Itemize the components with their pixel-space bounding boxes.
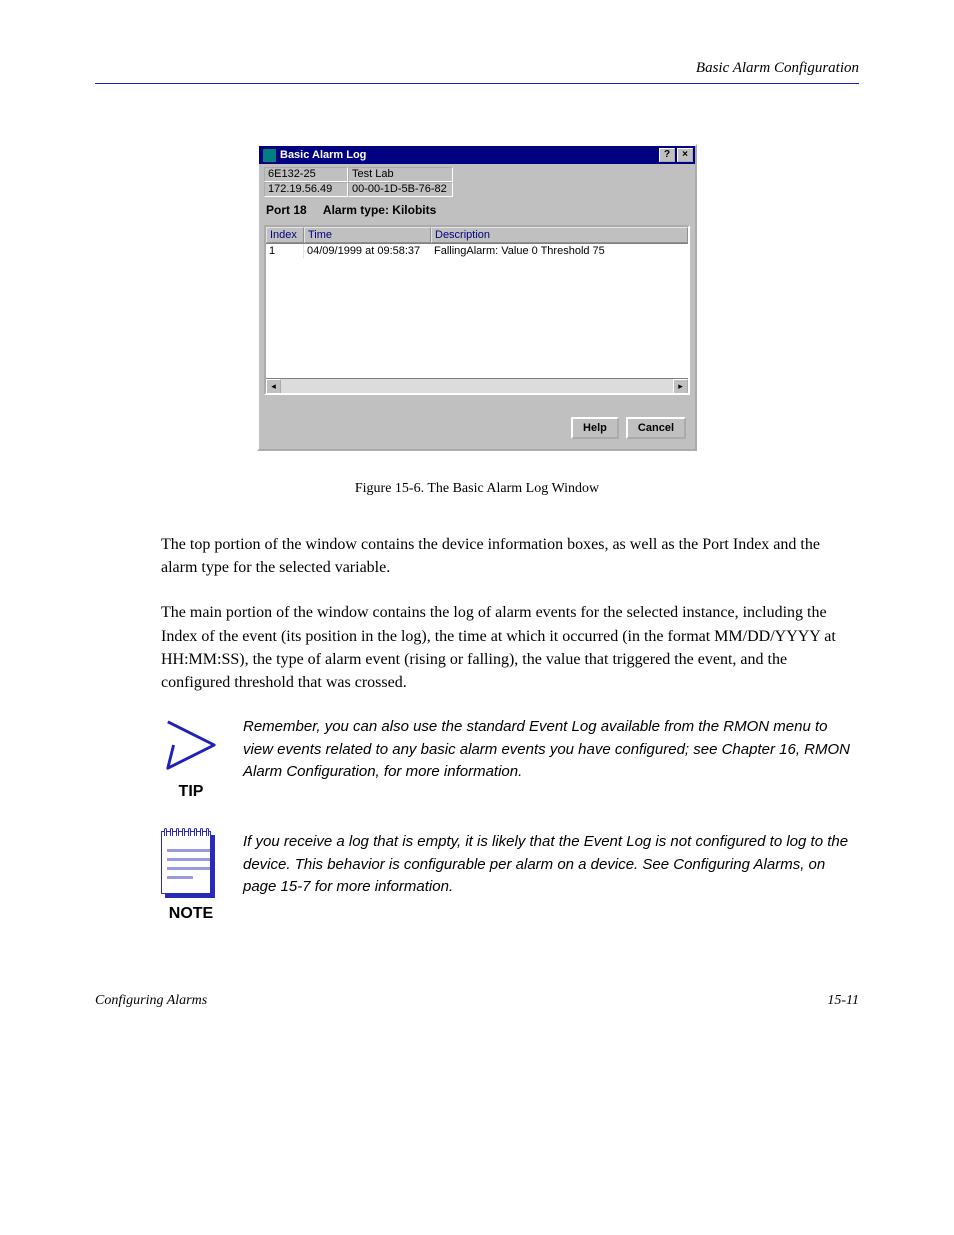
note-block: NOTE If you receive a log that is empty,… <box>161 831 859 923</box>
alarm-type-value: Kilobits <box>392 203 436 217</box>
figure-caption: Figure 15-6. The Basic Alarm Log Window <box>95 481 859 497</box>
titlebar: Basic Alarm Log ? × <box>259 146 695 164</box>
running-header: Basic Alarm Configuration <box>95 60 859 84</box>
body-paragraph-1: The top portion of the window contains t… <box>161 533 859 579</box>
scroll-right-button[interactable]: ▸ <box>673 379 688 394</box>
scroll-track[interactable] <box>281 379 673 393</box>
alarm-type-prefix: Alarm type: <box>323 203 389 217</box>
tip-label: TIP <box>161 783 221 801</box>
col-index[interactable]: Index <box>266 227 304 243</box>
device-model-field: 6E132-25 <box>264 167 348 182</box>
footer-section-name: Configuring Alarms <box>95 993 207 1009</box>
note-text: If you receive a log that is empty, it i… <box>243 831 859 899</box>
help-button[interactable]: Help <box>571 417 619 439</box>
help-titlebar-button[interactable]: ? <box>659 148 675 162</box>
window-title: Basic Alarm Log <box>280 149 657 161</box>
app-icon <box>263 149 276 162</box>
footer-page-number: 15-11 <box>827 993 859 1009</box>
table-row[interactable]: 1 04/09/1999 at 09:58:37 FallingAlarm: V… <box>266 244 688 258</box>
note-label: NOTE <box>161 905 221 923</box>
device-ip-field: 172.19.56.49 <box>264 182 348 197</box>
col-description[interactable]: Description <box>431 227 688 243</box>
listview-header: Index Time Description <box>266 227 688 244</box>
cell-index: 1 <box>266 244 304 258</box>
basic-alarm-log-window: Basic Alarm Log ? × 6E132-25 Test Lab 17… <box>257 144 697 451</box>
col-time[interactable]: Time <box>304 227 431 243</box>
cell-description: FallingAlarm: Value 0 Threshold 75 <box>431 244 688 258</box>
horizontal-scrollbar[interactable]: ◂ ▸ <box>266 378 688 393</box>
scroll-left-button[interactable]: ◂ <box>266 379 281 394</box>
close-titlebar-button[interactable]: × <box>677 148 693 162</box>
device-mac-field: 00-00-1D-5B-76-82 <box>348 182 453 197</box>
body-paragraph-2: The main portion of the window contains … <box>161 601 859 694</box>
alarm-log-listview[interactable]: Index Time Description 1 04/09/1999 at 0… <box>264 225 690 395</box>
cell-time: 04/09/1999 at 09:58:37 <box>304 244 431 258</box>
port-label: Port 18 <box>266 203 307 217</box>
cancel-button[interactable]: Cancel <box>626 417 686 439</box>
tip-block: TIP Remember, you can also use the stand… <box>161 716 859 801</box>
page-footer: Configuring Alarms 15-11 <box>95 993 859 1009</box>
tip-text: Remember, you can also use the standard … <box>243 716 859 784</box>
note-icon <box>161 831 216 901</box>
tip-icon <box>161 716 221 779</box>
alarm-subheader: Port 18 Alarm type: Kilobits <box>266 203 690 217</box>
device-location-field: Test Lab <box>348 167 453 182</box>
